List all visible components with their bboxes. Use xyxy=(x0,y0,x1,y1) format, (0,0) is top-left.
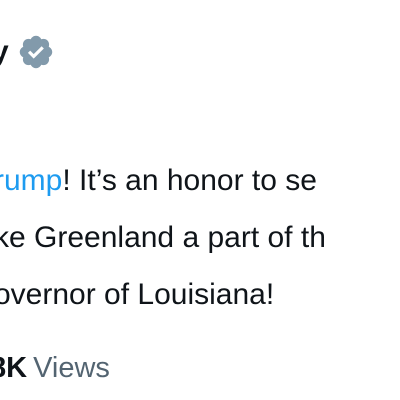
views-label: Views xyxy=(33,352,110,384)
tweet-text-line-1-rest: ! It’s an honor to se xyxy=(62,164,317,197)
tweet-screenshot: y rump! It’s an honor to se ke Greenland… xyxy=(0,0,400,400)
tweet-text-line-2: ke Greenland a part of th xyxy=(0,221,326,254)
tweet-text: rump! It’s an honor to se ke Greenland a… xyxy=(0,152,400,323)
tweet-author-row: y xyxy=(0,24,55,80)
author-display-name[interactable]: y xyxy=(0,24,9,80)
user-mention-link[interactable]: rump xyxy=(0,164,62,197)
tweet-text-line-1: rump! It’s an honor to se xyxy=(0,152,400,209)
views-stat[interactable]: 8KViews xyxy=(0,346,110,390)
views-count: 8K xyxy=(0,352,28,384)
verified-badge-icon xyxy=(17,33,55,71)
tweet-text-line-3: overnor of Louisiana! xyxy=(0,278,275,311)
